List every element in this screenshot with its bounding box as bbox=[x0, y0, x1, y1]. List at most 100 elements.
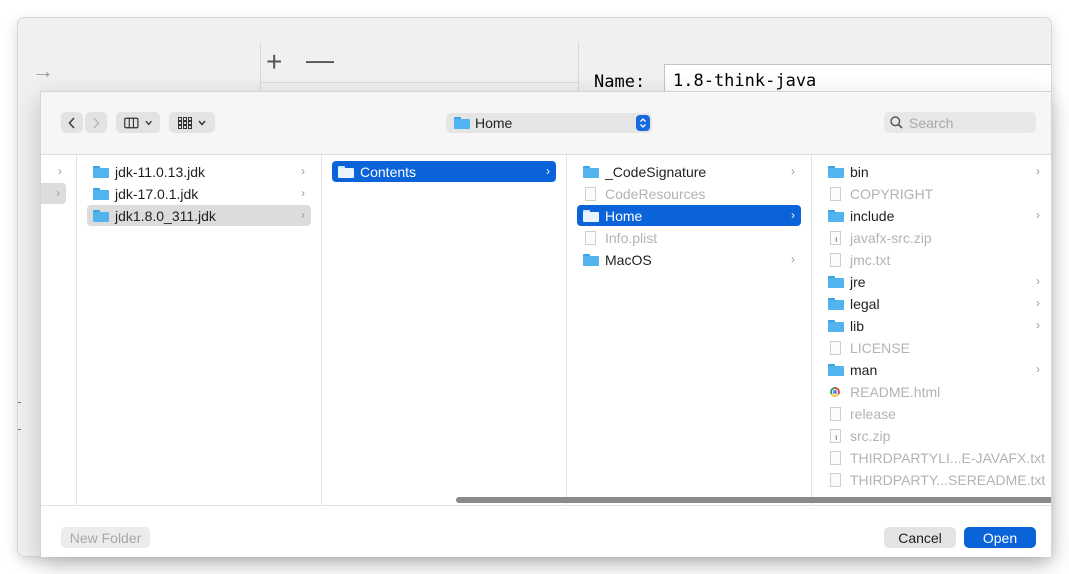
file-icon bbox=[830, 340, 841, 355]
add-button[interactable]: + bbox=[266, 48, 282, 76]
item-label: THIRDPARTY...SEREADME.txt bbox=[850, 471, 1046, 488]
list-item[interactable]: release bbox=[822, 403, 1046, 424]
chevron-right-icon: › bbox=[1036, 208, 1040, 222]
chrome-html-icon bbox=[830, 386, 840, 397]
chevron-right-icon: › bbox=[1036, 296, 1040, 310]
collapsed-row[interactable]: › bbox=[41, 161, 76, 182]
chevron-right-icon: › bbox=[546, 164, 550, 178]
column-contents: _CodeSignature › CodeResources Home › In… bbox=[567, 155, 812, 505]
item-label: README.html bbox=[850, 383, 941, 400]
edge-tick bbox=[18, 402, 21, 403]
list-item[interactable]: ╻ javafx-src.zip bbox=[822, 227, 1046, 248]
column-jdk-contents: Contents › bbox=[322, 155, 567, 505]
list-item[interactable]: man › bbox=[822, 359, 1046, 380]
item-label: MacOS bbox=[605, 251, 652, 268]
remove-button[interactable]: — bbox=[306, 46, 334, 74]
item-label: THIRDPARTYLI...E-JAVAFX.txt bbox=[850, 449, 1045, 466]
up-down-stepper-icon bbox=[636, 115, 650, 131]
file-icon bbox=[585, 230, 596, 245]
list-item[interactable]: THIRDPARTY...SEREADME.txt bbox=[822, 469, 1046, 490]
arrow-right-icon[interactable]: → bbox=[32, 58, 54, 84]
list-item[interactable]: README.html bbox=[822, 381, 1046, 402]
chevron-right-icon: › bbox=[301, 208, 305, 222]
chevron-right-icon: › bbox=[1036, 274, 1040, 288]
list-item[interactable]: jdk-11.0.13.jdk › bbox=[87, 161, 311, 182]
list-item[interactable]: lib › bbox=[822, 315, 1046, 336]
horizontal-scrollbar[interactable] bbox=[456, 497, 1051, 503]
divider bbox=[261, 82, 578, 83]
list-item[interactable]: jdk1.8.0_311.jdk › bbox=[87, 205, 311, 226]
zip-file-icon: ╻ bbox=[830, 428, 841, 443]
folder-icon bbox=[828, 165, 844, 178]
new-folder-button[interactable]: New Folder bbox=[61, 527, 150, 548]
list-item[interactable]: bin › bbox=[822, 161, 1046, 182]
folder-icon bbox=[583, 253, 599, 266]
folder-icon bbox=[828, 319, 844, 332]
columns-icon bbox=[124, 117, 139, 128]
column-view-button[interactable] bbox=[116, 112, 160, 133]
list-item[interactable]: jdk-17.0.1.jdk › bbox=[87, 183, 311, 204]
forward-button[interactable] bbox=[85, 112, 107, 133]
folder-icon bbox=[583, 209, 599, 222]
list-item[interactable]: Home › bbox=[577, 205, 801, 226]
item-label: legal bbox=[850, 295, 880, 312]
dialog-footer: New Folder Cancel Open bbox=[41, 505, 1051, 557]
folder-icon bbox=[338, 165, 354, 178]
folder-icon bbox=[828, 363, 844, 376]
edge-tick bbox=[18, 429, 21, 430]
location-label: Home bbox=[475, 115, 513, 131]
chevron-right-icon: › bbox=[791, 208, 795, 222]
item-label: COPYRIGHT bbox=[850, 185, 934, 202]
folder-icon bbox=[93, 165, 109, 178]
text-file-icon bbox=[830, 472, 841, 487]
list-item[interactable]: jre › bbox=[822, 271, 1046, 292]
search-input[interactable] bbox=[909, 114, 1029, 131]
item-label: jdk1.8.0_311.jdk bbox=[115, 207, 216, 224]
dialog-toolbar: Home bbox=[41, 92, 1051, 155]
list-item[interactable]: MacOS › bbox=[577, 249, 801, 270]
list-item[interactable]: CodeResources bbox=[577, 183, 801, 204]
chevron-right-icon: › bbox=[1036, 164, 1040, 178]
item-label: Info.plist bbox=[605, 229, 658, 246]
file-icon bbox=[585, 186, 596, 201]
list-item[interactable]: COPYRIGHT bbox=[822, 183, 1046, 204]
search-icon bbox=[890, 116, 903, 129]
list-item[interactable]: _CodeSignature › bbox=[577, 161, 801, 182]
grid-icon bbox=[178, 116, 192, 129]
item-label: jdk-17.0.1.jdk bbox=[115, 185, 199, 202]
list-item[interactable]: ╻ src.zip bbox=[822, 425, 1046, 446]
collapsed-row[interactable]: › bbox=[41, 183, 66, 204]
item-label: LICENSE bbox=[850, 339, 910, 356]
navigation-buttons bbox=[61, 112, 107, 133]
location-popup[interactable]: Home bbox=[446, 113, 652, 133]
item-label: jdk-11.0.13.jdk bbox=[115, 163, 206, 180]
text-file-icon bbox=[830, 252, 841, 267]
chevron-right-icon bbox=[93, 116, 100, 129]
item-label: release bbox=[850, 405, 896, 422]
item-label: bin bbox=[850, 163, 869, 180]
item-label: src.zip bbox=[850, 427, 891, 444]
list-item[interactable]: legal › bbox=[822, 293, 1046, 314]
folder-icon bbox=[828, 297, 844, 310]
item-label: jre bbox=[850, 273, 866, 290]
list-item[interactable]: include › bbox=[822, 205, 1046, 226]
list-item[interactable]: LICENSE bbox=[822, 337, 1046, 358]
group-by-button[interactable] bbox=[169, 112, 215, 133]
search-field[interactable] bbox=[884, 112, 1036, 133]
list-item[interactable]: Info.plist bbox=[577, 227, 801, 248]
list-item[interactable]: jmc.txt bbox=[822, 249, 1046, 270]
list-item[interactable]: THIRDPARTYLI...E-JAVAFX.txt bbox=[822, 447, 1046, 468]
item-label: Contents bbox=[360, 163, 417, 180]
chevron-right-icon: › bbox=[301, 186, 305, 200]
text-file-icon bbox=[830, 450, 841, 465]
chevron-right-icon: › bbox=[301, 164, 305, 178]
file-icon bbox=[830, 406, 841, 421]
back-button[interactable] bbox=[61, 112, 83, 133]
open-button[interactable]: Open bbox=[964, 527, 1036, 548]
cancel-button[interactable]: Cancel bbox=[884, 527, 956, 548]
chevron-right-icon: › bbox=[791, 252, 795, 266]
list-item[interactable]: Contents › bbox=[332, 161, 556, 182]
chevron-right-icon: › bbox=[56, 186, 60, 200]
column-home: bin › COPYRIGHT include › ╻ javafx-src.zip … bbox=[812, 155, 1051, 505]
chevron-down-icon bbox=[198, 120, 206, 126]
